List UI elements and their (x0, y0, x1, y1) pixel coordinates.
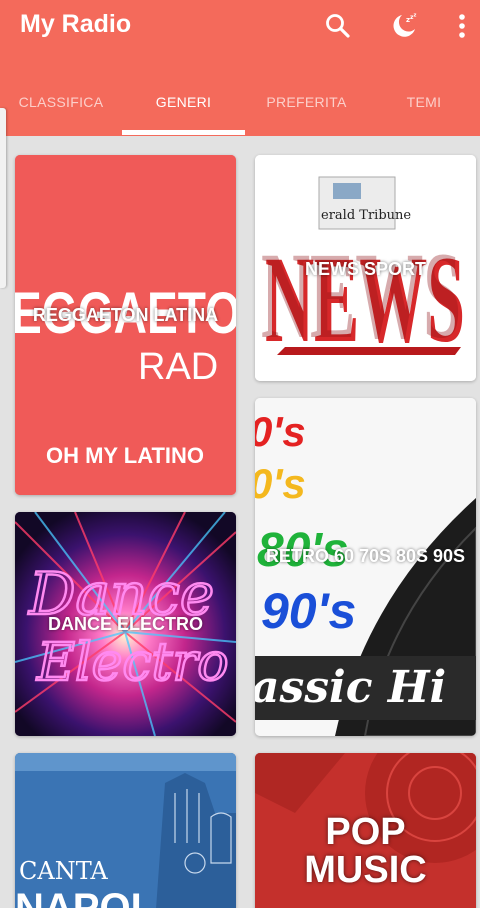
art-text: Electro (36, 633, 229, 693)
genre-card-canta-napoli[interactable]: CANTA NAPOL (15, 753, 236, 908)
genre-label: DANCE ELECTRO (47, 614, 203, 634)
genre-card-pop-music[interactable]: POP MUSIC (255, 753, 476, 908)
app-bar: My Radio z z z CLASSIFICA GENERI PREFERI… (0, 0, 480, 136)
genre-card-reggaeton-latina[interactable]: EGGAETO RAD OH MY LATINO REGGAETON LATIN… (15, 155, 236, 495)
tab-bar: CLASSIFICA GENERI PREFERITA TEMI (0, 86, 480, 136)
art-text: erald Tribune (321, 208, 411, 223)
art-text: assic Hi (255, 662, 446, 713)
tab-temi[interactable]: TEMI (368, 86, 480, 136)
genre-label: REGGAETON LATINA (32, 305, 219, 325)
tab-classifica[interactable]: CLASSIFICA (0, 86, 122, 136)
art-text: 0's (255, 408, 306, 455)
art-text: OH MY LATINO (46, 443, 204, 468)
art-text: NAPOL (15, 886, 155, 908)
genre-artwork: CANTA NAPOL (15, 753, 236, 908)
genre-artwork: 0's 0's 80's 90's assic Hi (255, 398, 476, 736)
app-title: My Radio (20, 10, 132, 38)
overflow-menu-icon[interactable] (446, 10, 478, 42)
app-screen: My Radio z z z CLASSIFICA GENERI PREFERI… (0, 0, 480, 908)
search-icon[interactable] (322, 10, 354, 42)
sleep-timer-icon[interactable]: z z z (388, 10, 420, 42)
genre-card-retro[interactable]: 0's 0's 80's 90's assic Hi RETRO 60 70S … (255, 398, 476, 736)
edge-panel-handle[interactable] (0, 108, 6, 288)
art-text: RAD (138, 346, 218, 388)
art-text: CANTA (19, 857, 108, 885)
genre-label: RETRO 60 70S 80S 90S (265, 546, 466, 566)
genre-label: NEWS SPORT (304, 259, 426, 279)
genre-card-dance-electro[interactable]: Dance Electro DANCE ELECTRO (15, 512, 236, 736)
art-text: 90's (261, 583, 356, 639)
tab-generi[interactable]: GENERI (122, 86, 245, 136)
art-text: 0's (255, 460, 306, 507)
tab-preferita[interactable]: PREFERITA (245, 86, 368, 136)
genre-card-news-sport[interactable]: erald Tribune NEWS NEWS NEWS SPORT (255, 155, 476, 381)
tab-indicator (122, 130, 245, 135)
svg-text:NEWS: NEWS (261, 227, 461, 364)
genre-label: POP MUSIC (304, 811, 427, 891)
svg-text:z: z (414, 13, 417, 19)
